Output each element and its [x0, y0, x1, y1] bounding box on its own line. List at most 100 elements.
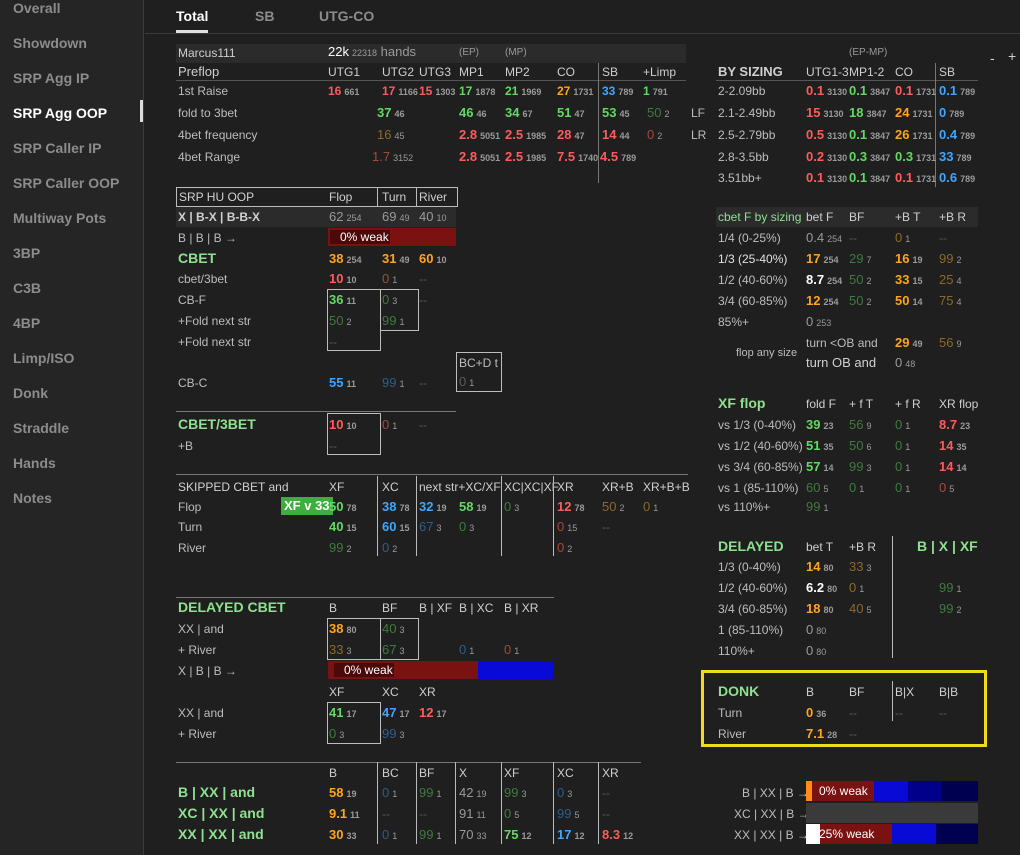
- stat-cell[interactable]: 0.3 1731: [895, 150, 936, 165]
- stat-cell[interactable]: 24 1731: [895, 106, 933, 121]
- stat-cell[interactable]: 7.5 1740: [557, 150, 598, 165]
- stat-cell[interactable]: 70 33: [459, 828, 486, 843]
- stat-cell[interactable]: 14 14: [939, 460, 966, 475]
- stat-cell[interactable]: 57 14: [806, 460, 833, 475]
- stat-cell[interactable]: 4.5 789: [600, 150, 636, 165]
- stat-cell[interactable]: 0.5 3130: [806, 128, 847, 143]
- stat-cell[interactable]: 99 1: [419, 786, 441, 801]
- stat-cell[interactable]: 14 80: [806, 560, 833, 575]
- stat-cell[interactable]: 10 10: [329, 418, 356, 433]
- stat-cell[interactable]: 60 10: [419, 252, 446, 267]
- stat-cell[interactable]: --: [419, 418, 427, 432]
- stat-cell[interactable]: 56 9: [939, 336, 961, 351]
- stat-cell[interactable]: 01: [895, 439, 910, 454]
- stat-cell[interactable]: 02: [382, 541, 397, 556]
- stat-cell[interactable]: 50 78: [329, 500, 356, 515]
- stat-cell[interactable]: --: [602, 807, 610, 821]
- stat-cell[interactable]: 0.1 3847: [849, 84, 890, 99]
- stat-cell[interactable]: 58 19: [459, 500, 486, 515]
- stat-cell[interactable]: 16 661: [328, 84, 359, 99]
- stat-cell[interactable]: 01: [382, 828, 397, 843]
- stat-cell[interactable]: 15 3130: [806, 106, 844, 121]
- stat-cell[interactable]: 2.8 5051: [459, 150, 500, 165]
- stat-cell[interactable]: 16 45: [377, 128, 404, 143]
- stat-cell[interactable]: 75 12: [504, 828, 531, 843]
- stat-cell[interactable]: 46 46: [459, 106, 486, 121]
- stat-cell[interactable]: 38 78: [382, 500, 409, 515]
- stat-cell[interactable]: 0 15: [557, 520, 577, 535]
- stat-cell[interactable]: 16 19: [895, 252, 922, 267]
- stat-cell[interactable]: 18 3847: [849, 106, 887, 121]
- stat-cell[interactable]: 8.7 254: [806, 273, 842, 288]
- stat-cell[interactable]: 42 19: [459, 786, 486, 801]
- stat-cell[interactable]: 27 1731: [557, 84, 593, 99]
- stat-cell[interactable]: 0 36: [806, 706, 826, 721]
- stat-cell[interactable]: 32 19: [419, 500, 446, 515]
- stat-cell[interactable]: 1 791: [643, 84, 668, 99]
- stat-cell[interactable]: 28 47: [557, 128, 584, 143]
- stat-cell[interactable]: 33 789: [939, 150, 972, 165]
- stat-cell[interactable]: 01: [459, 643, 474, 658]
- stat-cell[interactable]: 01: [459, 375, 474, 390]
- sidebar-item-4bp[interactable]: 4BP: [13, 315, 40, 331]
- stat-cell[interactable]: 33 3: [849, 560, 871, 575]
- stat-cell[interactable]: 99 2: [329, 541, 351, 556]
- stat-cell[interactable]: 01: [849, 581, 864, 596]
- stat-cell[interactable]: 0.1 789: [939, 84, 975, 99]
- stat-cell[interactable]: 2.5 1985: [505, 128, 546, 143]
- stat-cell[interactable]: 51 47: [557, 106, 584, 121]
- stat-cell[interactable]: 0.1 3847: [849, 128, 890, 143]
- stat-cell[interactable]: 05: [504, 807, 519, 822]
- stat-cell[interactable]: 60 5: [806, 481, 828, 496]
- stat-cell[interactable]: 34 67: [505, 106, 532, 121]
- stat-cell[interactable]: 99 1: [939, 581, 961, 596]
- stat-cell[interactable]: 17 1166: [382, 84, 418, 99]
- stat-cell[interactable]: --: [939, 231, 947, 245]
- stat-cell[interactable]: 36 11: [329, 293, 356, 308]
- stat-cell[interactable]: --: [419, 376, 427, 390]
- sidebar-item-showdown[interactable]: Showdown: [13, 35, 87, 51]
- tab-total[interactable]: Total: [176, 8, 208, 24]
- stat-cell[interactable]: 50 2: [647, 106, 669, 121]
- stat-cell[interactable]: 0.1 1731: [895, 84, 936, 99]
- stat-cell[interactable]: --: [849, 706, 857, 720]
- stat-cell[interactable]: 41 17: [329, 706, 356, 721]
- stat-cell[interactable]: 18 80: [806, 602, 833, 617]
- stat-cell[interactable]: 0.1 3130: [806, 171, 847, 186]
- stat-cell[interactable]: 17 12: [557, 828, 584, 843]
- stat-cell[interactable]: 8.3 12: [602, 828, 633, 843]
- sidebar-item-c3b[interactable]: C3B: [13, 280, 41, 296]
- stat-cell[interactable]: 31 49: [382, 252, 409, 267]
- stat-cell[interactable]: 01: [504, 643, 519, 658]
- stat-cell[interactable]: --: [895, 706, 903, 720]
- sidebar-item-3bp[interactable]: 3BP: [13, 245, 40, 261]
- stat-cell[interactable]: 03: [504, 500, 519, 515]
- stat-cell[interactable]: 14 35: [939, 439, 966, 454]
- stat-cell[interactable]: 99 3: [504, 786, 526, 801]
- stat-cell[interactable]: 50 14: [895, 294, 922, 309]
- stat-cell[interactable]: 0 789: [939, 106, 964, 121]
- stat-cell[interactable]: 01: [643, 500, 658, 515]
- stat-cell[interactable]: 01: [849, 481, 864, 496]
- stat-cell[interactable]: 03: [557, 786, 572, 801]
- stat-cell[interactable]: 12 78: [557, 500, 584, 515]
- stat-cell[interactable]: 99 3: [849, 460, 871, 475]
- stat-cell[interactable]: 12 17: [419, 706, 446, 721]
- stat-cell[interactable]: 7.1 28: [806, 727, 837, 742]
- stat-cell[interactable]: 0 253: [806, 315, 831, 330]
- stat-cell[interactable]: 30 33: [329, 828, 356, 843]
- stat-cell[interactable]: 50 2: [329, 314, 351, 329]
- sidebar-item-straddle[interactable]: Straddle: [13, 420, 69, 436]
- stat-cell[interactable]: 05: [939, 481, 954, 496]
- stat-cell[interactable]: 50 2: [849, 273, 871, 288]
- stat-cell[interactable]: 1.7 3152: [372, 150, 413, 165]
- stat-cell[interactable]: 12 254: [806, 294, 839, 309]
- stat-cell[interactable]: 0 80: [806, 644, 826, 659]
- stat-cell[interactable]: 37 46: [377, 106, 404, 121]
- stat-cell[interactable]: 01: [382, 418, 397, 433]
- sidebar-item-overall[interactable]: Overall: [13, 0, 60, 16]
- stat-cell[interactable]: 99 1: [382, 376, 404, 391]
- sidebar-item-donk[interactable]: Donk: [13, 385, 48, 401]
- sidebar-item-hands[interactable]: Hands: [13, 455, 56, 471]
- stat-cell[interactable]: 0.1 3130: [806, 84, 847, 99]
